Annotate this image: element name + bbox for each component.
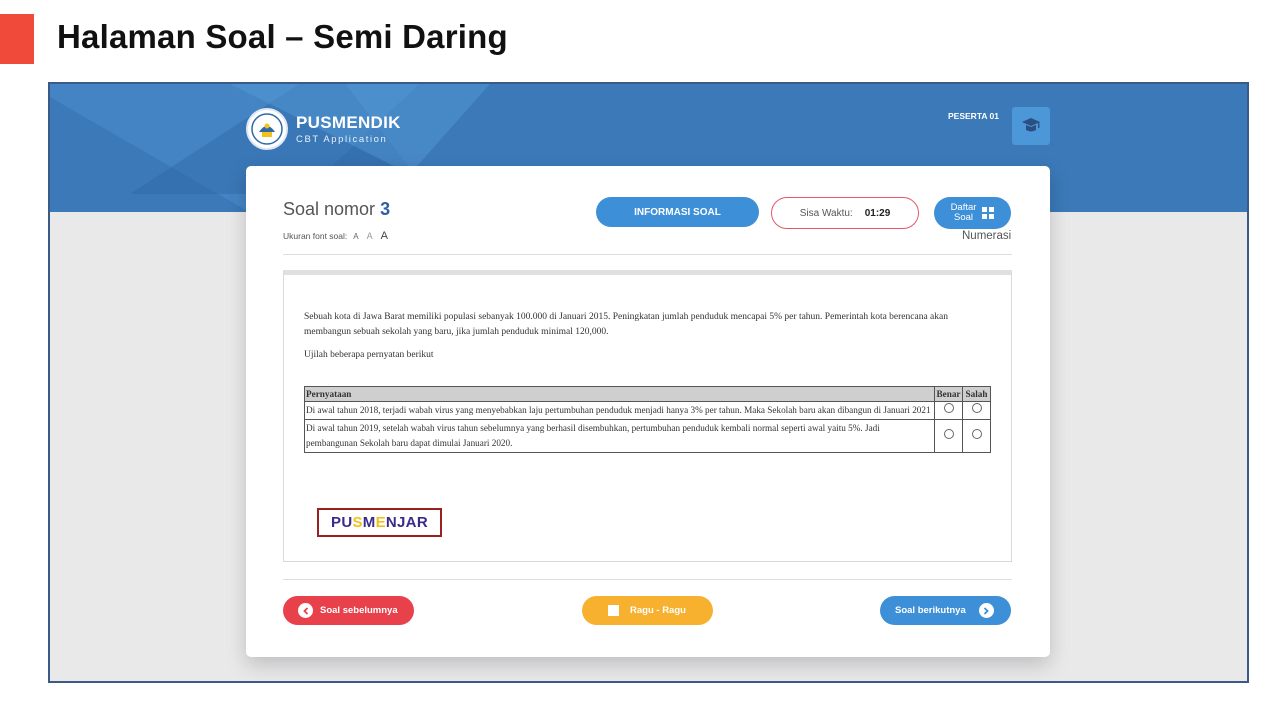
table-header: Salah [962,386,991,402]
font-size-medium[interactable]: A [367,231,373,241]
timer: Sisa Waktu: 01:29 [771,197,919,229]
table-row: Di awal tahun 2019, setelah wabah virus … [304,419,991,453]
slide-accent-bar [0,14,34,64]
app-subtitle: CBT Application [296,134,388,145]
user-icon [1022,118,1040,132]
user-menu-button[interactable] [1012,107,1050,145]
user-name: PESERTA 01 [948,111,1000,121]
daftar-soal-button[interactable]: Daftar Soal [934,197,1011,229]
ragu-ragu-button[interactable]: Ragu - Ragu [582,596,713,625]
question-number: 3 [380,199,391,219]
timer-value: 01:29 [864,207,891,219]
timer-label: Sisa Waktu: [799,207,853,219]
grid-icon [982,207,995,219]
radio-salah[interactable] [971,403,982,413]
divider [283,579,1012,580]
chevron-right-icon [978,603,994,618]
pusmenjar-logo: PU S M E NJAR [317,508,442,537]
table-header: Pernyataan [304,386,935,402]
statement-text: Di awal tahun 2018, terjadi wabah virus … [304,401,935,420]
question-paragraph: Sebuah kota di Jawa Barat memiliki popul… [304,312,948,337]
question-category: Numerasi [962,230,1012,242]
app-name: PUSMENDIK [296,113,401,132]
seal-logo-icon [246,108,288,150]
app-screenshot-frame: PUSMENDIK CBT Application PESERTA 01 Soa… [48,82,1249,683]
question-card: Soal nomor 3 Ukuran font soal: A A A INF… [246,166,1050,657]
radio-benar[interactable] [943,403,954,413]
table-row: Di awal tahun 2018, terjadi wabah virus … [304,401,991,420]
info-soal-button[interactable]: INFORMASI SOAL [596,197,759,227]
prev-question-button[interactable]: Soal sebelumnya [283,596,414,625]
checkbox-icon [608,605,619,616]
slide-title: Halaman Soal – Semi Daring [57,18,508,55]
radio-benar[interactable] [943,428,954,439]
question-number-label: Soal nomor 3 [283,199,391,219]
question-content: Sebuah kota di Jawa Barat memiliki popul… [283,270,1012,562]
font-size-large[interactable]: A [381,230,388,242]
app-logo: PUSMENDIK CBT Application [246,108,401,150]
font-size-control: Ukuran font soal: A A A [283,230,388,242]
font-size-small[interactable]: A [353,232,358,241]
question-instruction: Ujilah beberapa pernyatan berikut [304,350,434,360]
next-question-button[interactable]: Soal berikutnya [880,596,1011,625]
chevron-left-icon [298,603,313,618]
table-header: Benar [934,386,963,402]
statement-table: Pernyataan Benar Salah Di awal tahun 201… [304,386,991,453]
radio-salah[interactable] [971,428,982,439]
statement-text: Di awal tahun 2019, setelah wabah virus … [304,419,935,453]
divider [283,254,1012,255]
